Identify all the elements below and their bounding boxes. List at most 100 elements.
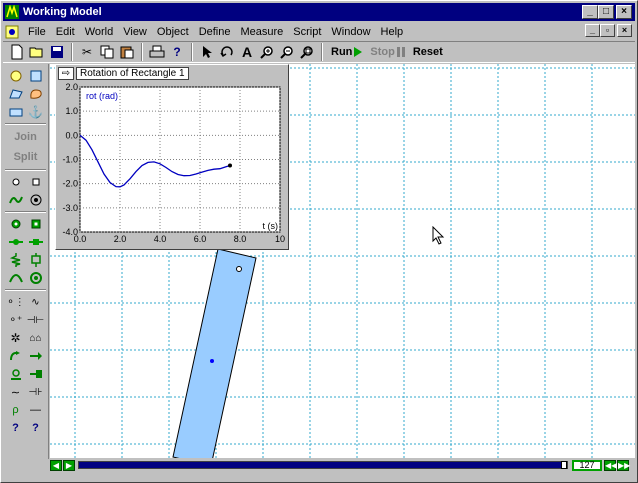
curved-slot-icon[interactable] (8, 192, 24, 208)
close-button[interactable]: × (616, 5, 632, 19)
help-tool-2-icon[interactable]: ? (28, 420, 44, 436)
menu-view[interactable]: View (118, 26, 152, 38)
separator-icon[interactable]: ⚬⁺ (8, 312, 24, 328)
menu-help[interactable]: Help (376, 26, 409, 38)
motor-icon[interactable]: ⌂⌂ (28, 330, 44, 346)
pause-icon (396, 47, 405, 57)
palette-separator (5, 289, 46, 291)
line-tool-icon[interactable]: — (28, 402, 44, 418)
print-icon[interactable] (147, 43, 167, 61)
play-icon (354, 47, 363, 57)
palette-separator (5, 169, 46, 171)
menu-file[interactable]: File (23, 26, 51, 38)
maximize-button[interactable]: □ (598, 5, 614, 19)
force-icon[interactable] (8, 348, 24, 364)
minimize-button[interactable]: _ (582, 5, 598, 19)
rope-icon[interactable] (8, 270, 24, 286)
reset-button[interactable]: Reset (409, 46, 447, 58)
x-tick-label: 2.0 (114, 234, 127, 244)
menu-define[interactable]: Define (194, 26, 236, 38)
mdi-restore-button[interactable]: ▫ (600, 24, 615, 37)
new-file-icon[interactable] (7, 43, 27, 61)
tape-slider[interactable] (78, 461, 568, 469)
menu-object[interactable]: Object (152, 26, 194, 38)
torque-icon[interactable] (28, 348, 44, 364)
run-button[interactable]: Run (327, 46, 366, 58)
join-button[interactable]: Join (3, 127, 48, 147)
menu-window[interactable]: Window (326, 26, 375, 38)
reset-label: Reset (412, 46, 443, 58)
paste-icon[interactable] (117, 43, 137, 61)
rotation-meter[interactable]: ⇨ Rotation of Rectangle 1 0.0 2.0 4.0 6.0 8.… (55, 64, 289, 250)
rectangle-tool-icon[interactable] (8, 104, 24, 120)
fast-forward-button[interactable]: ▶▶ (617, 459, 630, 471)
working-model-icon (5, 5, 19, 19)
help-pointer-icon[interactable]: ? (167, 43, 187, 61)
wave-icon[interactable]: ∼ (8, 384, 24, 400)
step-back-button[interactable]: ◀ (50, 459, 62, 471)
cut-scissors-icon[interactable]: ✂ (77, 43, 97, 61)
arrow-pointer-icon[interactable] (197, 43, 217, 61)
stop-button[interactable]: Stop (366, 46, 408, 58)
point-tool-icon[interactable] (8, 174, 24, 190)
keyed-rigid-icon[interactable] (28, 234, 44, 250)
meter-arrow-icon[interactable]: ⇨ (58, 66, 74, 80)
x-tick-label: 6.0 (194, 234, 207, 244)
lever-icon[interactable]: ⊣⊦ (28, 384, 44, 400)
rigid-joint-icon[interactable] (28, 216, 44, 232)
document-icon[interactable] (5, 25, 19, 39)
y-tick-label: 2.0 (65, 82, 78, 92)
rod-icon[interactable]: ⚬⋮ (6, 294, 24, 310)
menu-world[interactable]: World (80, 26, 119, 38)
menu-edit[interactable]: Edit (51, 26, 80, 38)
keyed-slot-icon[interactable] (8, 234, 24, 250)
y-tick-label: 1.0 (65, 106, 78, 116)
copy-icon[interactable] (97, 43, 117, 61)
open-folder-icon[interactable] (27, 43, 47, 61)
text-A-icon[interactable]: A (237, 43, 257, 61)
split-button[interactable]: Split (3, 147, 48, 167)
menu-measure[interactable]: Measure (235, 26, 288, 38)
playback-bar: ◀ ▶ 127 ◀◀ ▶▶ (50, 459, 635, 471)
slot-joint-icon[interactable] (28, 192, 44, 208)
pin-point[interactable] (236, 266, 242, 272)
gear-icon[interactable]: ✲ (8, 330, 24, 346)
zoom-out-icon[interactable] (277, 43, 297, 61)
mouse-cursor-icon (432, 226, 445, 245)
anchor-icon[interactable]: ⚓ (28, 104, 44, 120)
damper-icon[interactable] (28, 252, 44, 268)
square-point-icon[interactable] (28, 174, 44, 190)
frame-counter: 127 (572, 459, 602, 471)
pulley-icon[interactable] (28, 270, 44, 286)
pin-joint-icon[interactable] (8, 216, 24, 232)
rotational-spring-icon[interactable] (8, 366, 24, 382)
save-disk-icon[interactable] (47, 43, 67, 61)
title-bar: Working Model _ □ × (3, 3, 635, 21)
y-tick-label: -2.0 (62, 179, 78, 189)
torsion-spring-icon[interactable]: ∿ (28, 294, 44, 310)
rotational-damper-icon[interactable] (28, 366, 44, 382)
workspace-canvas[interactable]: ⇨ Rotation of Rectangle 1 0.0 2.0 4.0 6.0 8.… (50, 64, 635, 458)
mdi-close-button[interactable]: × (617, 24, 632, 37)
meter-title: Rotation of Rectangle 1 (76, 66, 189, 80)
y-tick-label: -4.0 (62, 227, 78, 237)
curved-body-icon[interactable] (28, 86, 44, 102)
rotate-icon[interactable] (217, 43, 237, 61)
zoom-fit-icon[interactable] (297, 43, 317, 61)
square-tool-icon[interactable] (28, 68, 44, 84)
circle-tool-icon[interactable] (8, 68, 24, 84)
spring-2-icon[interactable]: ρ (8, 402, 24, 418)
tape-thumb[interactable] (561, 461, 567, 469)
polygon-tool-icon[interactable] (8, 86, 24, 102)
palette-separator (5, 123, 46, 125)
current-value-point (228, 163, 232, 168)
x-tick-label: 4.0 (154, 234, 167, 244)
actuator-icon[interactable]: ⊣⊢ (27, 312, 44, 328)
help-tool-icon[interactable]: ? (8, 420, 24, 436)
mdi-minimize-button[interactable]: _ (585, 24, 600, 37)
menu-script[interactable]: Script (288, 26, 326, 38)
zoom-in-icon[interactable] (257, 43, 277, 61)
step-forward-button[interactable]: ▶ (63, 459, 75, 471)
rewind-button[interactable]: ◀◀ (604, 459, 617, 471)
spring-icon[interactable] (8, 252, 24, 268)
